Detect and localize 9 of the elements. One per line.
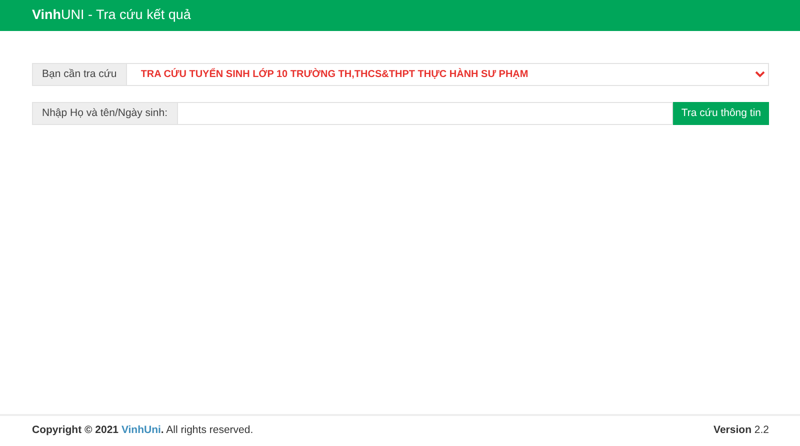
search-button[interactable]: Tra cứu thông tin: [673, 102, 769, 125]
app-title[interactable]: VinhUNI - Tra cứu kết quả: [32, 5, 191, 26]
copyright-text: Copyright © 2021 VinhUni. All rights reserved.: [32, 423, 254, 438]
name-dob-field[interactable]: [176, 102, 674, 125]
name-dob-label: Nhập Họ và tên/Ngày sinh:: [32, 102, 176, 125]
lookup-label: Bạn cần tra cứu: [32, 63, 126, 86]
lookup-select[interactable]: TRA CỨU TUYỂN SINH LỚP 10 TRƯỜNG TH,THCS&THPT THỰC HÀNH SƯ PHẠM: [126, 63, 769, 86]
version-text: Version 2.2: [714, 423, 769, 438]
vinhuni-link[interactable]: VinhUni: [121, 424, 161, 436]
